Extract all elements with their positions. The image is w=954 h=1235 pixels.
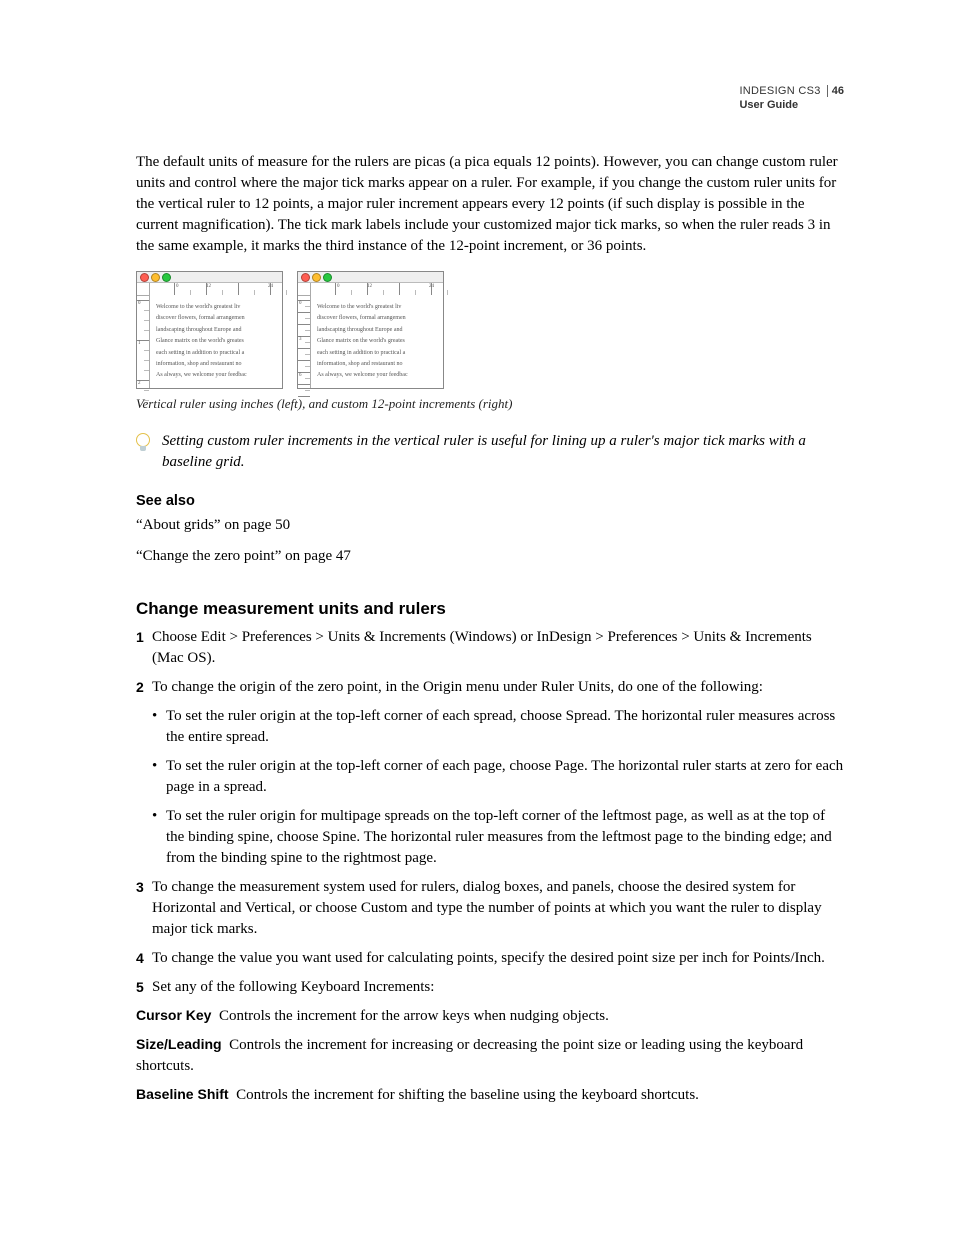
page-number: 46 — [827, 85, 844, 97]
step-text: Choose Edit > Preferences > Units & Incr… — [152, 627, 844, 669]
bullet-item: To set the ruler origin at the top-left … — [152, 756, 844, 798]
product-name: INDESIGN CS3 — [739, 84, 820, 98]
bullet-item: To set the ruler origin for multipage sp… — [152, 806, 844, 869]
vertical-ruler-inches: 0 1 2 — [137, 296, 150, 388]
definition-baseline-shift: Baseline Shift Controls the increment fo… — [136, 1085, 844, 1106]
doc-subtitle: User Guide — [739, 98, 844, 112]
bullet-icon — [152, 706, 166, 748]
bullet-text: To set the ruler origin for multipage sp… — [166, 806, 844, 869]
content-area: The default units of measure for the rul… — [136, 152, 844, 1106]
step-number: 5 — [136, 977, 152, 998]
definition-desc: Controls the increment for increasing or… — [136, 1037, 803, 1074]
vertical-ruler-12pt: 0 3 6 — [298, 296, 311, 388]
minimize-icon — [151, 273, 160, 282]
zoom-icon — [162, 273, 171, 282]
tip-callout: Setting custom ruler increments in the v… — [136, 431, 844, 473]
sample-text-right: Welcome to the world's greatest liv disc… — [311, 296, 443, 388]
see-also-heading: See also — [136, 491, 844, 511]
step-3: 3 To change the measurement system used … — [136, 877, 844, 940]
step-text: To change the origin of the zero point, … — [152, 677, 844, 698]
window-titlebar — [298, 272, 443, 283]
running-header: INDESIGN CS3 46 User Guide — [739, 84, 844, 113]
lightbulb-icon — [136, 431, 152, 473]
see-also-link[interactable]: “Change the zero point” on page 47 — [136, 546, 844, 567]
step-text: To change the value you want used for ca… — [152, 948, 844, 969]
definition-term: Baseline Shift — [136, 1086, 229, 1102]
step-4: 4 To change the value you want used for … — [136, 948, 844, 969]
definition-term: Size/Leading — [136, 1036, 222, 1052]
intro-paragraph: The default units of measure for the rul… — [136, 152, 844, 257]
tip-text: Setting custom ruler increments in the v… — [162, 431, 844, 473]
step-text: Set any of the following Keyboard Increm… — [152, 977, 844, 998]
definition-term: Cursor Key — [136, 1007, 211, 1023]
ruler-origin-corner — [298, 283, 311, 296]
step-number: 1 — [136, 627, 152, 669]
definition-size-leading: Size/Leading Controls the increment for … — [136, 1035, 844, 1077]
step-text: To change the measurement system used fo… — [152, 877, 844, 940]
step-number: 4 — [136, 948, 152, 969]
figure-window-right: 0 12 24 0 — [297, 271, 444, 389]
ruler-origin-corner — [137, 283, 150, 296]
section-heading: Change measurement units and rulers — [136, 597, 844, 621]
definition-desc: Controls the increment for shifting the … — [236, 1087, 699, 1103]
zoom-icon — [323, 273, 332, 282]
minimize-icon — [312, 273, 321, 282]
sample-text-left: Welcome to the world's greatest liv disc… — [150, 296, 282, 388]
step-2: 2 To change the origin of the zero point… — [136, 677, 844, 698]
step-number: 3 — [136, 877, 152, 940]
step-1: 1 Choose Edit > Preferences > Units & In… — [136, 627, 844, 669]
step-5: 5 Set any of the following Keyboard Incr… — [136, 977, 844, 998]
figure-window-left: 0 12 24 0 — [136, 271, 283, 389]
bullet-item: To set the ruler origin at the top-left … — [152, 706, 844, 748]
definition-desc: Controls the increment for the arrow key… — [219, 1008, 609, 1024]
see-also-link[interactable]: “About grids” on page 50 — [136, 515, 844, 536]
figure: 0 12 24 0 — [136, 271, 844, 389]
page: INDESIGN CS3 46 User Guide The default u… — [0, 0, 954, 1235]
bullet-text: To set the ruler origin at the top-left … — [166, 706, 844, 748]
bullet-icon — [152, 806, 166, 869]
step-number: 2 — [136, 677, 152, 698]
bullet-icon — [152, 756, 166, 798]
window-titlebar — [137, 272, 282, 283]
definition-cursor-key: Cursor Key Controls the increment for th… — [136, 1006, 844, 1027]
close-icon — [301, 273, 310, 282]
close-icon — [140, 273, 149, 282]
figure-caption: Vertical ruler using inches (left), and … — [136, 395, 844, 413]
bullet-text: To set the ruler origin at the top-left … — [166, 756, 844, 798]
